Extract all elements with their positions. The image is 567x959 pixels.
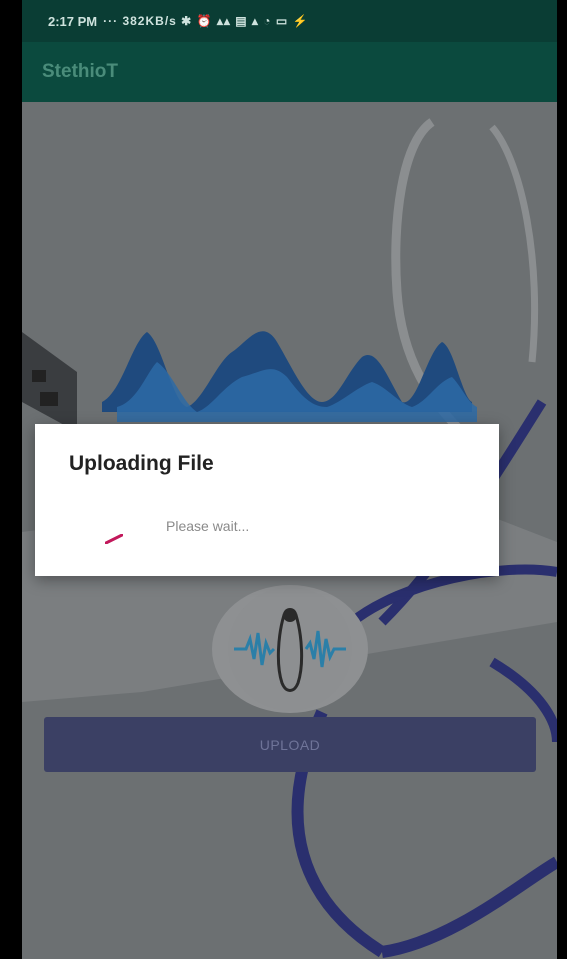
progress-dialog: Uploading File Please wait...	[35, 424, 499, 576]
upload-button[interactable]: UPLOAD	[44, 717, 536, 772]
status-indicators: ··· 382KB/s ✱ ⏰ ▴▴ ▤ ▴ ◔ ▭ ⚡	[103, 14, 309, 28]
upload-button-label: UPLOAD	[259, 736, 321, 753]
app-bar: StethioT	[22, 42, 557, 102]
progress-spinner-icon	[105, 534, 123, 544]
stethio-logo	[212, 585, 368, 713]
stethoscope-sound-wave-icon	[228, 587, 352, 711]
app-title: StethioT	[42, 61, 118, 82]
status-bar: 2:17 PM ··· 382KB/s ✱ ⏰ ▴▴ ▤ ▴ ◔ ▭ ⚡	[22, 0, 557, 42]
dialog-title: Uploading File	[69, 452, 214, 475]
dialog-message: Please wait...	[166, 518, 250, 534]
status-time: 2:17 PM	[48, 13, 98, 29]
